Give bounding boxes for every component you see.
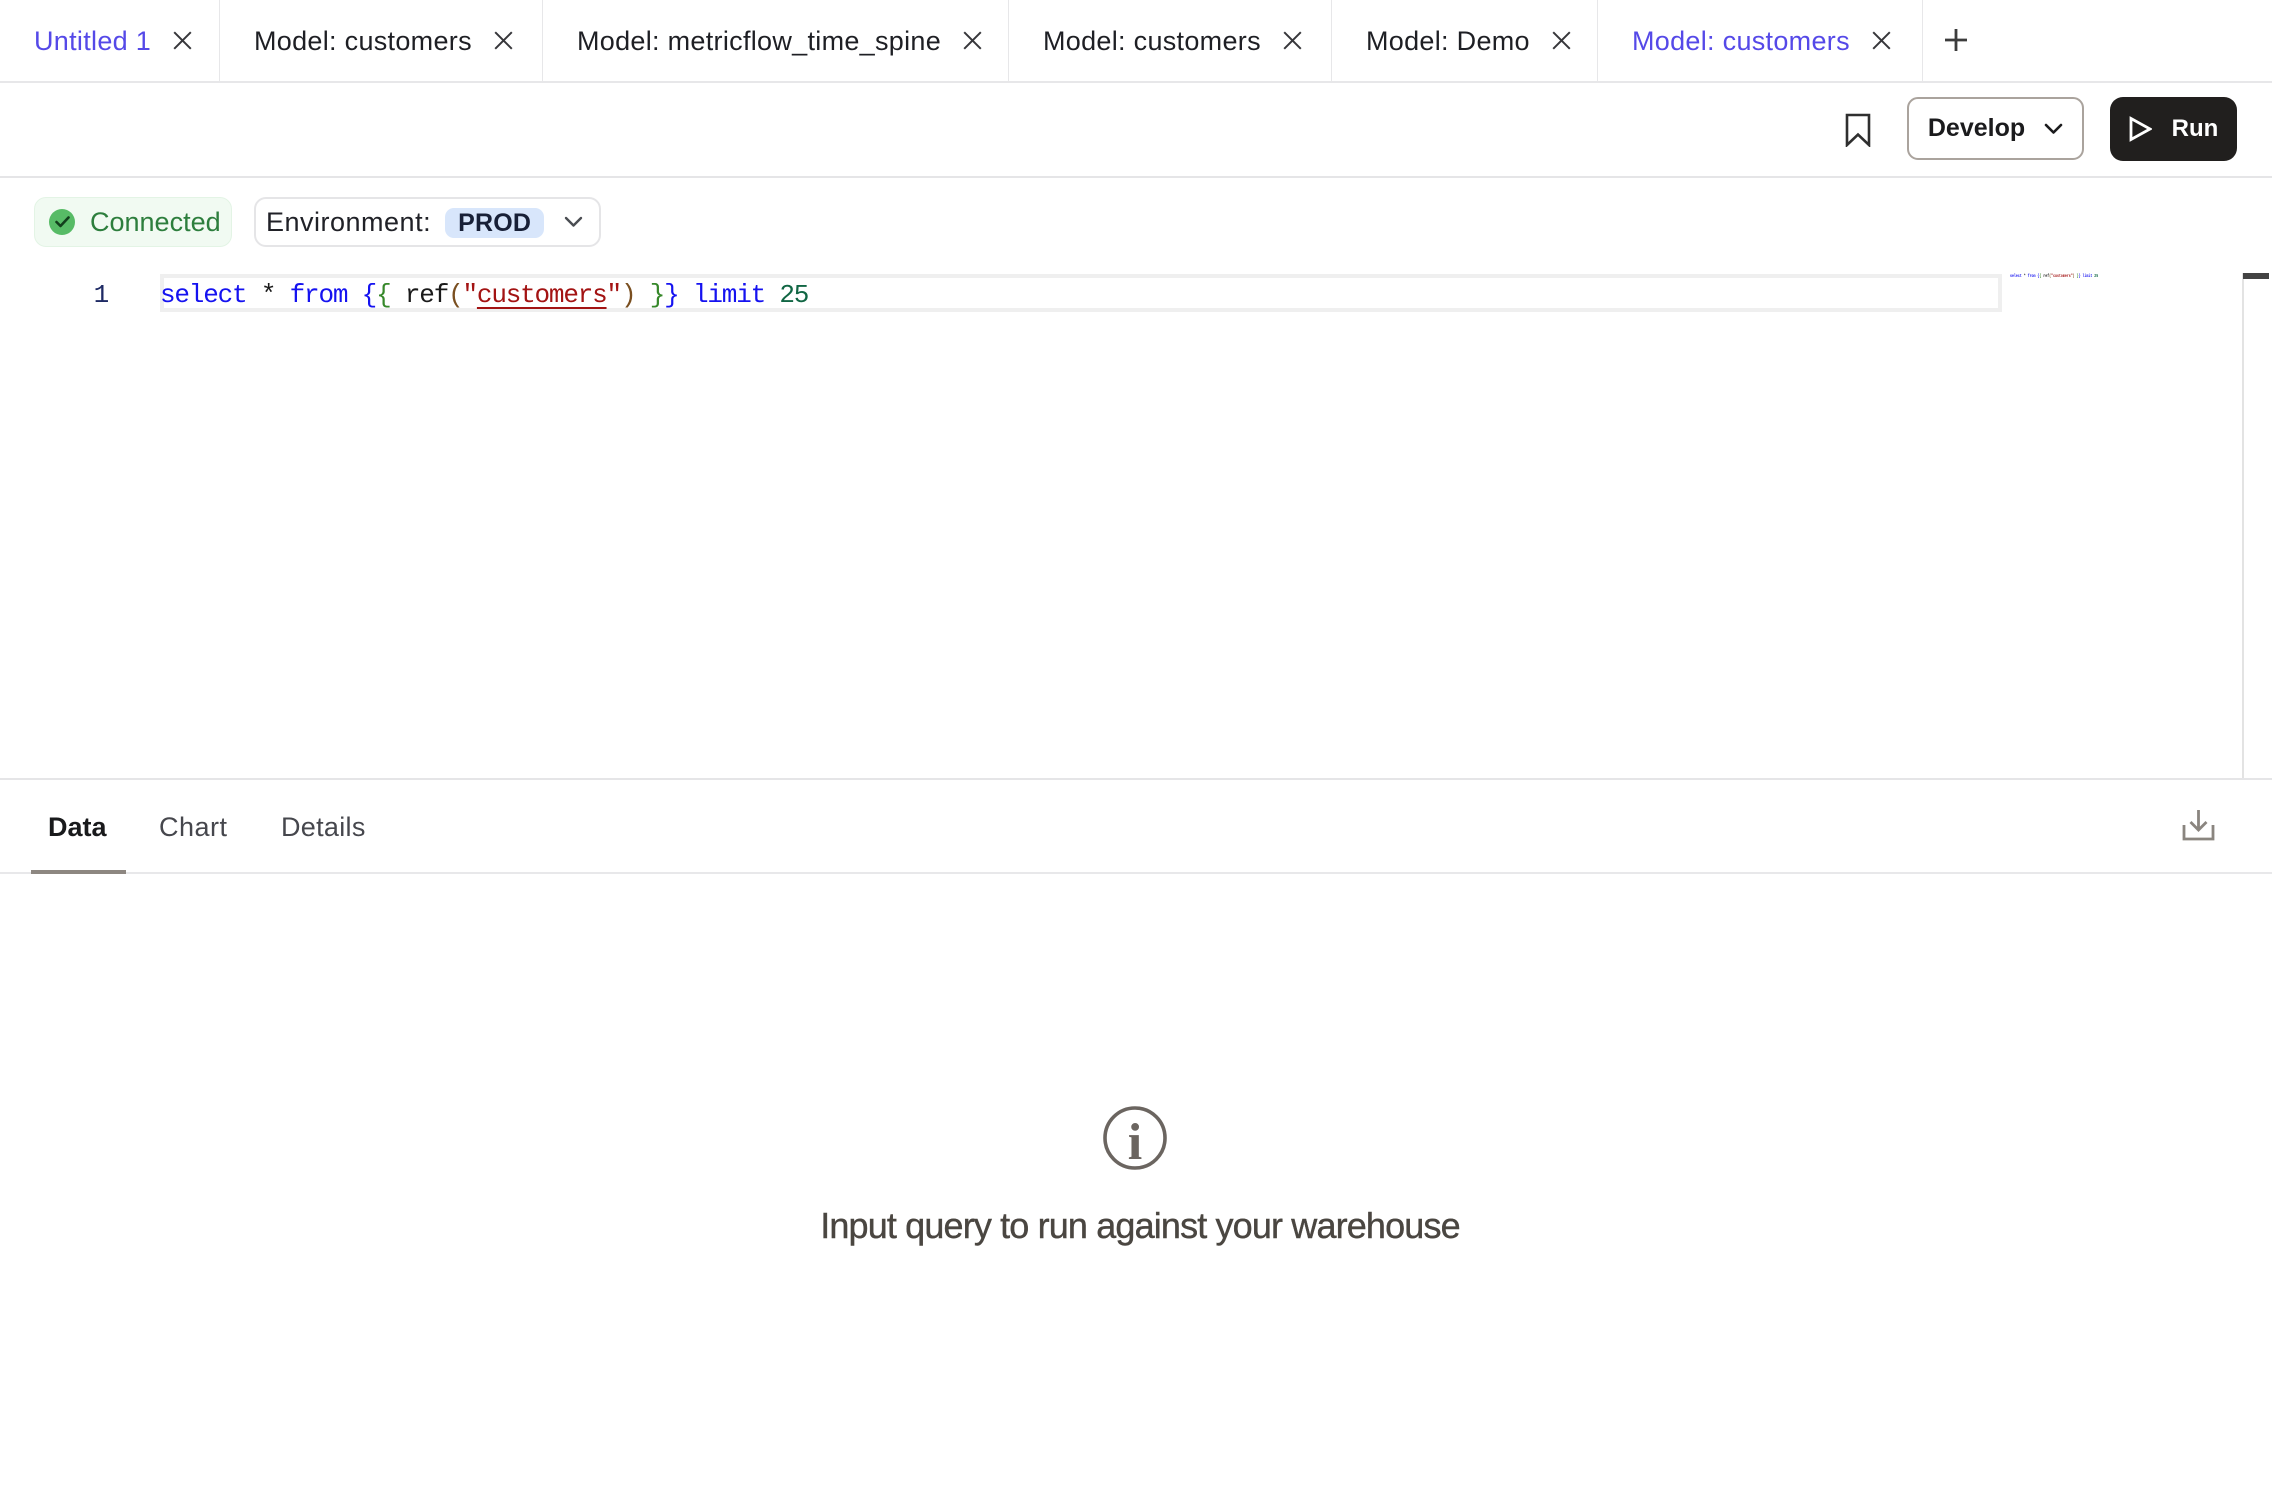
svg-text:i: i <box>1128 1114 1142 1170</box>
